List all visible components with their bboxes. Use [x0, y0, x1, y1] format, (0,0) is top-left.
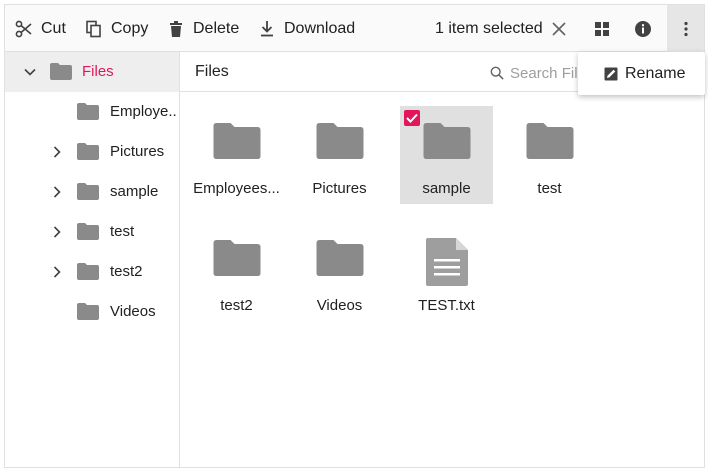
folder-icon — [316, 240, 363, 276]
nav-item-label: Videos — [110, 303, 156, 320]
folder-icon — [77, 183, 99, 200]
details-button[interactable] — [625, 5, 661, 52]
copy-label: Copy — [111, 19, 149, 37]
file-name: Employees... — [193, 180, 280, 197]
file-tile-pictures[interactable]: Pictures — [293, 102, 386, 200]
folder-icon — [316, 123, 363, 159]
context-menu: Rename — [578, 52, 705, 95]
checkmark-icon — [406, 113, 418, 123]
close-icon — [552, 21, 566, 36]
folder-icon — [526, 123, 573, 159]
search-box — [490, 60, 590, 86]
nav-item-employees[interactable]: Employe... — [5, 92, 179, 132]
nav-item-pictures[interactable]: Pictures — [5, 132, 179, 172]
nav-item-label: sample — [110, 183, 159, 200]
nav-item-label: Employe... — [110, 103, 178, 120]
folder-icon — [77, 223, 99, 240]
chevron-right-icon[interactable] — [51, 186, 63, 198]
nav-item-label: Pictures — [110, 143, 165, 160]
text-file-icon — [425, 238, 468, 286]
nav-item-test[interactable]: test — [5, 212, 179, 252]
more-options-button[interactable] — [667, 5, 704, 52]
info-icon — [635, 20, 651, 37]
view-toggle-button[interactable] — [584, 5, 620, 52]
file-name: sample — [422, 180, 471, 197]
download-button[interactable]: Download — [258, 5, 355, 52]
cut-label: Cut — [41, 19, 66, 37]
nav-item-label: test — [110, 223, 135, 240]
nav-item-test2[interactable]: test2 — [5, 252, 179, 292]
clear-selection-button[interactable] — [552, 21, 574, 36]
toolbar: Cut Copy Delete Download 1 item selected — [5, 5, 704, 52]
more-vertical-icon — [683, 21, 688, 36]
navigation-pane: Files Employe... Pictures sample test te… — [5, 52, 180, 467]
rename-icon — [604, 67, 618, 81]
selection-checkbox[interactable] — [404, 110, 420, 126]
file-tile-test2[interactable]: test2 — [190, 219, 283, 317]
file-tile-test-txt[interactable]: TEST.txt — [400, 219, 493, 317]
delete-button[interactable]: Delete — [167, 5, 239, 52]
chevron-right-icon[interactable] — [51, 146, 63, 158]
breadcrumb[interactable]: Files — [195, 63, 229, 81]
file-name: TEST.txt — [418, 297, 475, 314]
delete-label: Delete — [193, 19, 240, 37]
rename-menu-item[interactable]: Rename — [625, 65, 685, 83]
file-name: Videos — [316, 297, 363, 314]
file-tile-sample[interactable]: sample — [400, 106, 493, 204]
file-tile-test[interactable]: test — [503, 102, 596, 200]
file-tile-videos[interactable]: Videos — [293, 219, 386, 317]
folder-icon — [77, 143, 99, 160]
trash-icon — [170, 20, 182, 37]
nav-item-files[interactable]: Files — [5, 52, 179, 92]
selection-status: 1 item selected — [435, 5, 574, 52]
copy-button[interactable]: Copy — [85, 5, 148, 52]
folder-icon — [77, 103, 99, 120]
nav-item-videos[interactable]: Videos — [5, 292, 179, 332]
search-icon — [490, 66, 504, 80]
large-icons-view: Employees... Pictures sample test test2 … — [180, 92, 704, 467]
selection-status-text: 1 item selected — [435, 19, 543, 37]
cut-button[interactable]: Cut — [15, 5, 66, 52]
folder-icon — [77, 263, 99, 280]
folder-icon — [213, 123, 260, 159]
folder-icon — [423, 123, 470, 159]
folder-icon — [77, 303, 99, 320]
folder-icon — [50, 63, 72, 80]
download-icon — [261, 20, 273, 36]
nav-item-sample[interactable]: sample — [5, 172, 179, 212]
nav-item-label: test2 — [110, 263, 143, 280]
download-label: Download — [284, 19, 356, 37]
chevron-right-icon[interactable] — [51, 266, 63, 278]
grid-view-icon — [595, 21, 609, 36]
chevron-down-icon[interactable] — [24, 66, 36, 78]
copy-icon — [86, 20, 101, 37]
file-name: test2 — [220, 297, 253, 314]
scissors-icon — [15, 20, 32, 37]
file-tile-employees[interactable]: Employees... — [190, 102, 283, 200]
file-name: test — [537, 180, 562, 197]
folder-icon — [213, 240, 260, 276]
nav-item-label: Files — [82, 63, 114, 80]
file-name: Pictures — [312, 180, 367, 197]
chevron-right-icon[interactable] — [51, 226, 63, 238]
